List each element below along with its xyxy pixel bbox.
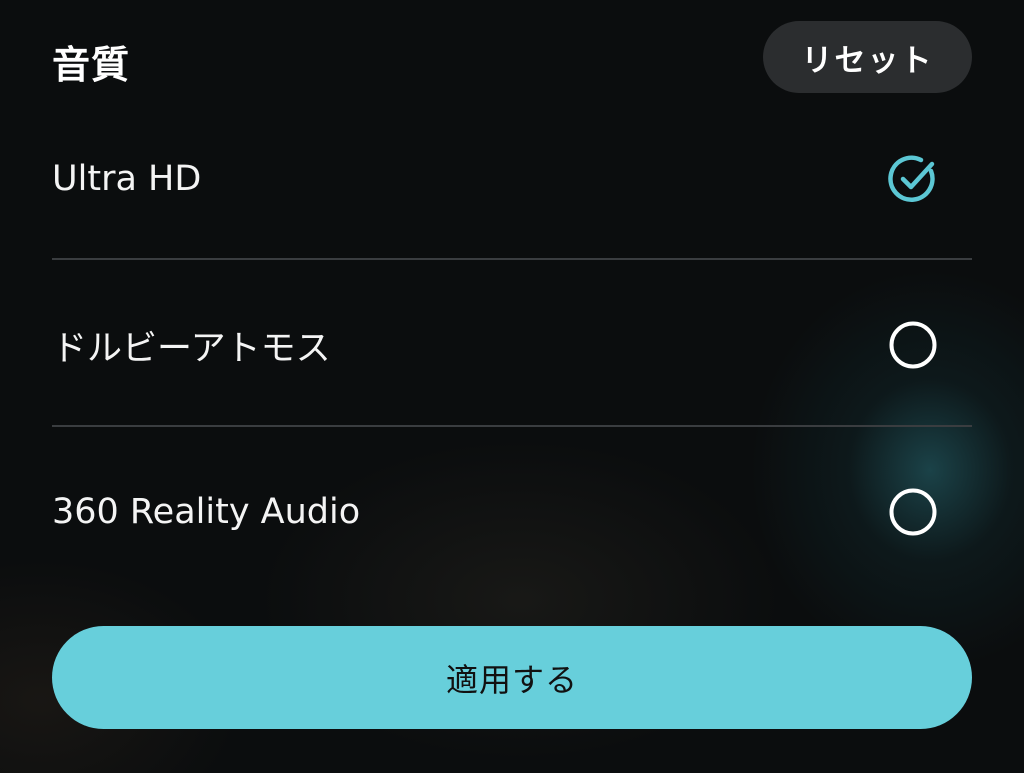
option-label: ドルビーアトモス [52, 328, 331, 369]
apply-button[interactable]: 適用する [52, 626, 972, 729]
option-label: 360 Reality Audio [52, 492, 361, 532]
radio-circle-icon[interactable] [887, 319, 939, 371]
option-360-reality-audio[interactable]: 360 Reality Audio [52, 429, 972, 595]
reset-button[interactable]: リセット [763, 21, 972, 93]
option-label: Ultra HD [52, 159, 202, 199]
divider [52, 258, 972, 260]
option-ultra-hd[interactable]: Ultra HD [52, 96, 972, 262]
check-circle-icon[interactable] [887, 153, 939, 205]
radio-circle-icon[interactable] [887, 486, 939, 538]
divider [52, 425, 972, 427]
page-title: 音質 [52, 43, 131, 87]
option-dolby-atmos[interactable]: ドルビーアトモス [52, 262, 972, 428]
audio-quality-sheet: 音質 リセット Ultra HD ドルビーアトモス 360 Reality Au… [0, 0, 1024, 773]
